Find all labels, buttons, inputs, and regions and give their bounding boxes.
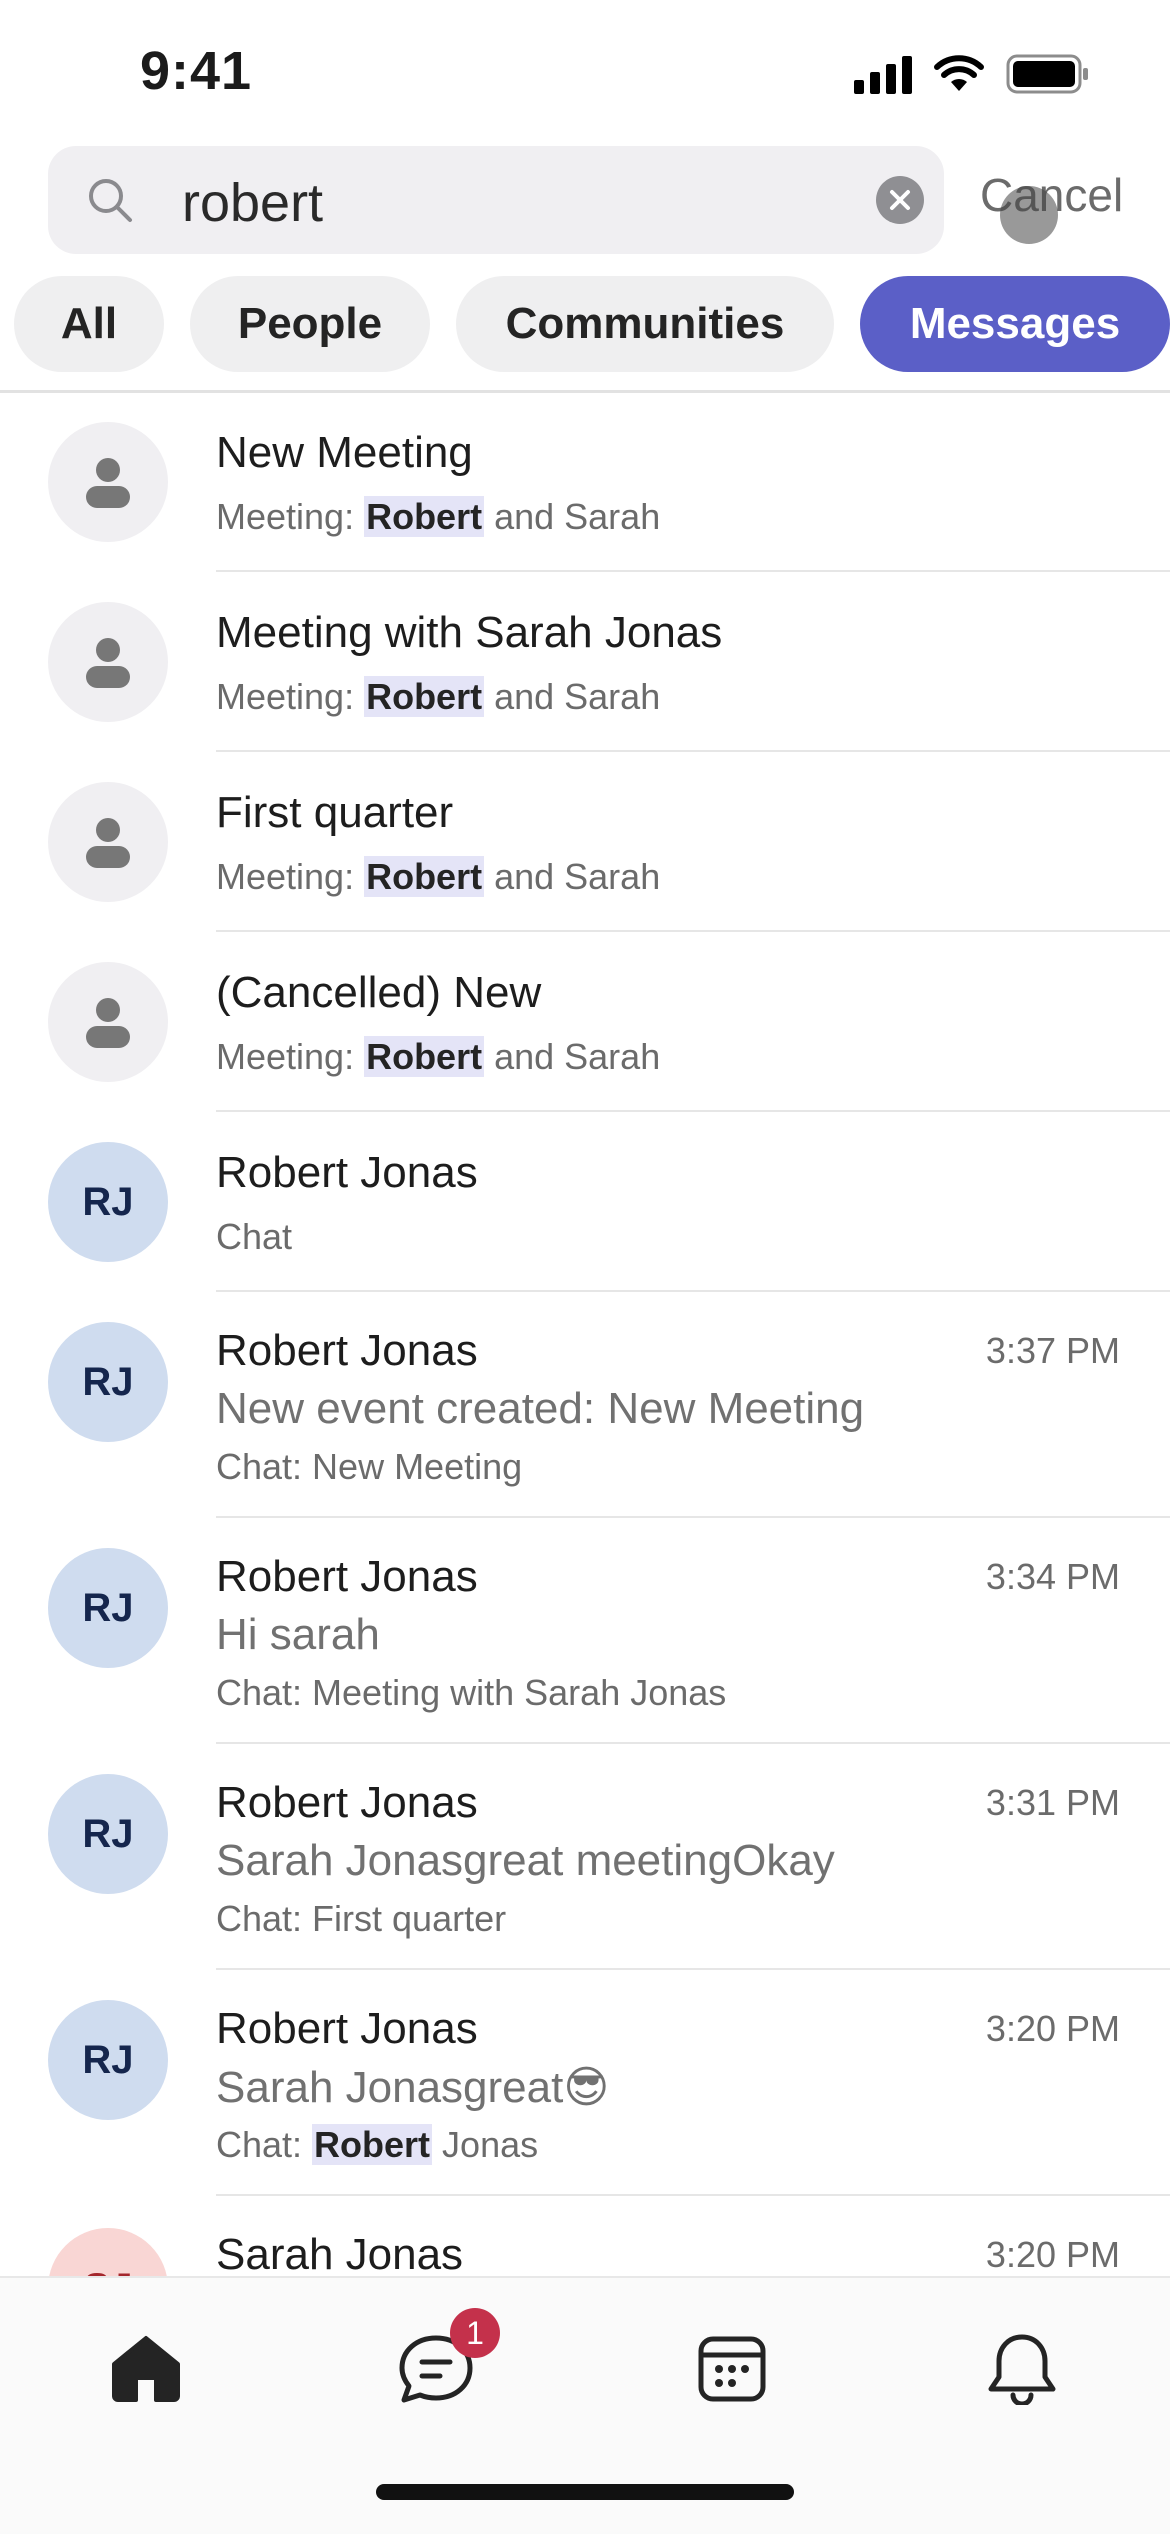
tab-communities[interactable]: Communities xyxy=(456,276,834,372)
cellular-signal-icon xyxy=(854,54,912,94)
avatar: SJ xyxy=(48,2228,168,2276)
list-item[interactable]: RJ Robert Jonas 3:37 PM New event create… xyxy=(0,1292,1170,1518)
result-subtitle: Chat xyxy=(216,1216,293,1257)
home-indicator xyxy=(376,2484,794,2500)
avatar xyxy=(48,782,168,902)
wifi-icon xyxy=(934,55,984,91)
clear-search-button[interactable] xyxy=(876,176,924,224)
result-subtitle: Meeting: Robert and Sarah xyxy=(216,496,661,537)
message-context: Chat: New Meeting xyxy=(216,1446,523,1487)
message-preview: Hi sarah xyxy=(216,1610,380,1659)
avatar: RJ xyxy=(48,1774,168,1894)
tab-home[interactable] xyxy=(96,2318,196,2418)
avatar xyxy=(48,962,168,1082)
search-icon xyxy=(89,179,132,222)
message-context: Chat: Meeting with Sarah Jonas xyxy=(216,1672,727,1713)
sunglasses-emoji: 😎 xyxy=(563,2063,610,2112)
battery-icon xyxy=(1006,54,1088,94)
result-title: Robert Jonas xyxy=(216,1326,478,1375)
close-icon xyxy=(890,190,910,210)
result-subtitle: Meeting: Robert and Sarah xyxy=(216,676,661,717)
result-title: Sarah Jonas xyxy=(216,2230,464,2276)
touch-indicator xyxy=(1000,186,1058,244)
status-icons xyxy=(854,54,1090,94)
list-item[interactable]: New Meeting Meeting: Robert and Sarah xyxy=(0,392,1170,572)
result-title: Robert Jonas xyxy=(216,2004,478,2053)
list-item[interactable]: RJ Robert Jonas 3:31 PM Sarah Jonasgreat… xyxy=(0,1744,1170,1970)
result-title: Robert Jonas xyxy=(216,1552,478,1601)
result-time: 3:34 PM xyxy=(985,1556,1120,1597)
result-time: 3:31 PM xyxy=(985,1782,1120,1823)
result-title: Robert Jonas xyxy=(216,1148,478,1197)
list-item[interactable]: First quarter Meeting: Robert and Sarah xyxy=(0,752,1170,932)
avatar: RJ xyxy=(48,1548,168,1668)
avatar xyxy=(48,602,168,722)
result-title: (Cancelled) New xyxy=(216,968,542,1017)
unread-badge: 1 xyxy=(450,2308,500,2358)
result-title: Robert Jonas xyxy=(216,1778,478,1827)
status-time: 9:41 xyxy=(140,41,253,101)
result-title: Meeting with Sarah Jonas xyxy=(216,608,723,657)
message-preview: Sarah Jonasgreat meetingOkay xyxy=(216,1836,835,1885)
person-icon xyxy=(86,818,130,868)
list-item[interactable]: RJ Robert Jonas Chat xyxy=(0,1112,1170,1292)
message-context: Chat: Robert Jonas xyxy=(216,2124,539,2165)
list-item[interactable]: Meeting with Sarah Jonas Meeting: Robert… xyxy=(0,572,1170,752)
tab-chat[interactable]: 1 xyxy=(386,2308,500,2418)
result-subtitle: Meeting: Robert and Sarah xyxy=(216,1036,661,1077)
filter-tabs: All People Communities Messages xyxy=(14,276,1170,372)
tab-people[interactable]: People xyxy=(190,276,430,372)
message-context: Chat: First quarter xyxy=(216,1898,507,1939)
result-time: 3:37 PM xyxy=(985,1330,1120,1371)
avatar: RJ xyxy=(48,1322,168,1442)
calendar-icon xyxy=(698,2336,766,2402)
message-preview: New event created: New Meeting xyxy=(216,1384,865,1433)
avatar: RJ xyxy=(48,2000,168,2120)
tab-calendar[interactable] xyxy=(682,2318,782,2418)
status-bar: 9:41 xyxy=(0,0,1170,140)
list-item[interactable]: (Cancelled) New Meeting: Robert and Sara… xyxy=(0,932,1170,1112)
search-query[interactable]: robert xyxy=(182,172,323,234)
search-input[interactable]: robert xyxy=(48,146,944,254)
list-item[interactable]: RJ Robert Jonas 3:34 PM Hi sarah Chat: M… xyxy=(0,1518,1170,1744)
tab-messages[interactable]: Messages xyxy=(860,276,1170,372)
avatar xyxy=(48,422,168,542)
tab-all[interactable]: All xyxy=(14,276,164,372)
home-icon xyxy=(112,2336,180,2402)
avatar: RJ xyxy=(48,1142,168,1262)
list-item[interactable]: RJ Robert Jonas 3:20 PM Sarah Jonasgreat… xyxy=(0,1970,1170,2196)
person-icon xyxy=(86,458,130,508)
person-icon xyxy=(86,638,130,688)
result-time: 3:20 PM xyxy=(985,2234,1120,2275)
tab-activity[interactable] xyxy=(972,2318,1072,2418)
result-time: 3:20 PM xyxy=(985,2008,1120,2049)
result-subtitle: Meeting: Robert and Sarah xyxy=(216,856,661,897)
result-title: First quarter xyxy=(216,788,454,837)
result-title: New Meeting xyxy=(216,428,473,477)
message-preview: Sarah Jonasgreat😎 xyxy=(216,2063,610,2112)
list-item[interactable]: SJ Sarah Jonas 3:20 PM xyxy=(0,2196,1170,2276)
person-icon xyxy=(86,998,130,1048)
bell-icon xyxy=(988,2334,1056,2405)
